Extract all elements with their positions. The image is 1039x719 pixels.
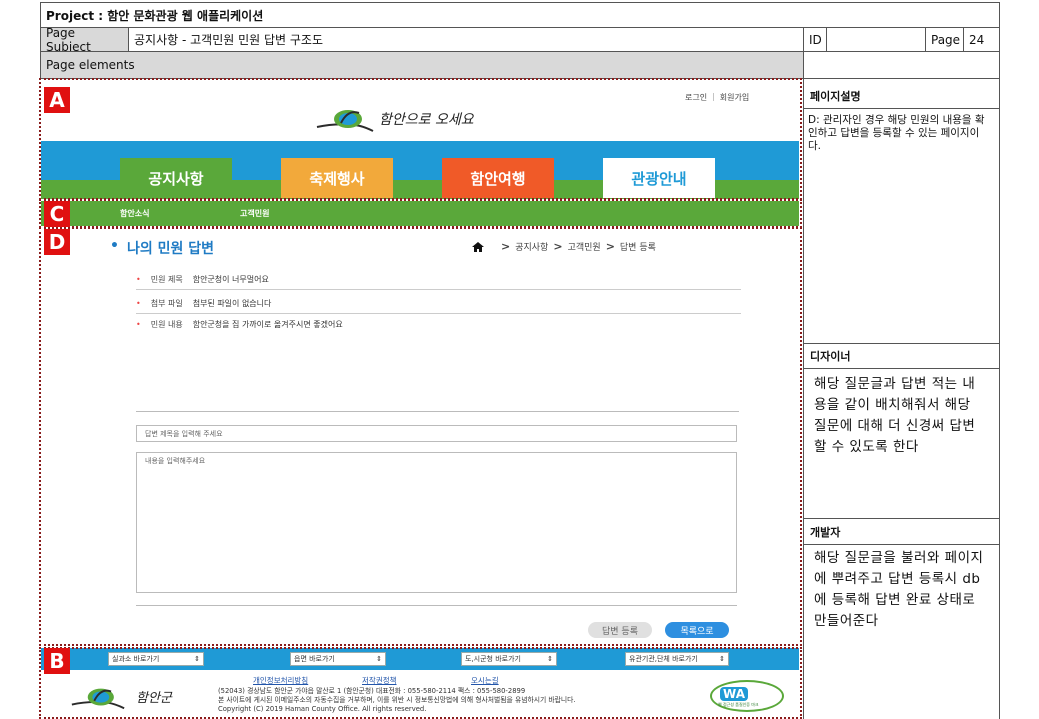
page-subject-label: Page Subject [40, 26, 129, 54]
designer-text: 해당 질문글과 답변 적는 내용을 같이 배치해줘서 해당 질문에 대해 더 신… [814, 376, 976, 455]
annotation-box-a [39, 78, 802, 200]
desc-text: D: 관리자인 경우 해당 민원의 내용을 확인하고 답변을 등록할 수 있는 … [808, 114, 985, 152]
divider [803, 544, 1000, 545]
desc-title: 페이지설명 [810, 90, 861, 103]
divider [803, 108, 1000, 109]
divider [803, 368, 1000, 369]
developer-title: 개발자 [810, 526, 841, 539]
divider [803, 518, 1000, 519]
side-spacer [803, 51, 1000, 79]
annotation-box-c [39, 199, 802, 228]
page-label: Page [925, 27, 964, 52]
project-title-text: Project : 함안 문화관광 웹 애플리케이션 [46, 8, 264, 23]
project-title: Project : 함안 문화관광 웹 애플리케이션 [40, 2, 1000, 28]
page-number: 24 [963, 27, 1000, 52]
developer-text: 해당 질문글을 불러와 페이지에 뿌려주고 답변 등록시 db에 등록해 답변 … [814, 550, 984, 629]
page-elements-label: Page elements [40, 51, 804, 79]
designer-title: 디자이너 [810, 350, 851, 363]
badge-d: D [44, 229, 70, 255]
annotation-box-d [39, 227, 802, 646]
badge-c: C [44, 201, 70, 227]
id-label: ID [803, 27, 827, 52]
divider [803, 343, 1000, 344]
id-value [826, 27, 926, 52]
annotation-box-b [39, 647, 802, 719]
page-subject: 공지사항 - 고객민원 민원 답변 구조도 [128, 27, 804, 52]
badge-b: B [44, 648, 70, 674]
badge-a: A [44, 87, 70, 113]
